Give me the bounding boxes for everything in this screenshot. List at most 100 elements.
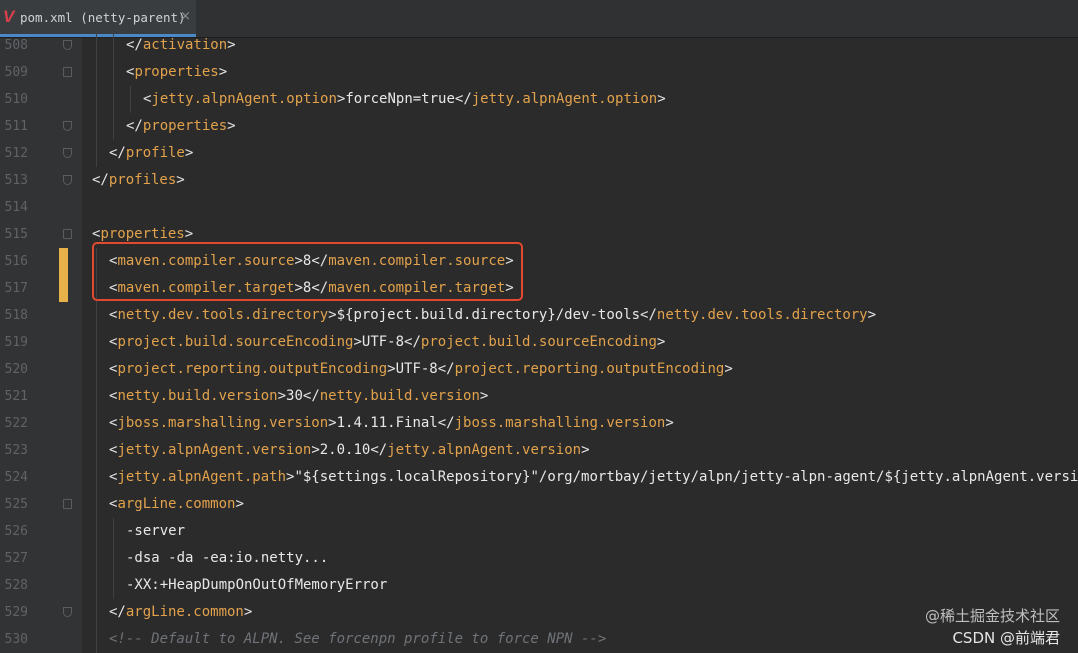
code-text: </argLine.common> xyxy=(109,603,252,622)
line-number[interactable]: 509 xyxy=(0,63,28,82)
code-text: </activation> xyxy=(126,36,236,55)
line-number[interactable]: 510 xyxy=(0,90,28,109)
code-line[interactable]: 520 <project.reporting.outputEncoding>UTF… xyxy=(0,356,1078,383)
xml-tag-name: argLine.common xyxy=(125,604,244,620)
xml-bracket: </ xyxy=(126,37,143,53)
code-text: </properties> xyxy=(126,117,236,136)
line-number[interactable]: 520 xyxy=(0,360,28,379)
line-number[interactable]: 519 xyxy=(0,333,28,352)
line-number[interactable]: 525 xyxy=(0,495,28,514)
xml-text: UTF-8 xyxy=(395,361,438,377)
code-text: -dsa -da -ea:io.netty... xyxy=(126,549,328,568)
line-number[interactable]: 521 xyxy=(0,387,28,406)
code-line[interactable]: 510 <jetty.alpnAgent.option>forceNpn=true… xyxy=(0,86,1078,113)
line-number[interactable]: 516 xyxy=(0,252,28,271)
xml-bracket: </ xyxy=(404,334,421,350)
code-line[interactable]: 529 </argLine.common> xyxy=(0,599,1078,626)
code-line[interactable]: 524 <jetty.alpnAgent.path>"${settings.loc… xyxy=(0,464,1078,491)
xml-tag-name: properties xyxy=(100,226,185,242)
fold-icon[interactable] xyxy=(63,229,72,239)
vcs-change-marker[interactable] xyxy=(59,275,68,302)
line-number[interactable]: 515 xyxy=(0,225,28,244)
line-number[interactable]: 529 xyxy=(0,603,28,622)
indent-guide xyxy=(113,518,114,545)
line-number[interactable]: 517 xyxy=(0,279,28,298)
vcs-change-marker[interactable] xyxy=(59,248,68,275)
close-icon[interactable]: × xyxy=(180,9,191,24)
fold-icon[interactable] xyxy=(63,148,72,158)
fold-icon[interactable] xyxy=(63,40,72,50)
code-line[interactable]: 518 <netty.dev.tools.directory>${project.… xyxy=(0,302,1078,329)
fold-icon[interactable] xyxy=(63,175,72,185)
code-line[interactable]: 509 <properties> xyxy=(0,59,1078,86)
xml-bracket: > xyxy=(277,388,287,404)
indent-guide xyxy=(96,329,97,356)
code-line[interactable]: 523 <jetty.alpnAgent.version>2.0.10</jett… xyxy=(0,437,1078,464)
xml-bracket: > xyxy=(657,91,666,107)
code-text: </profile> xyxy=(109,144,193,163)
code-line[interactable]: 511 </properties> xyxy=(0,113,1078,140)
xml-tag-name: jboss.marshalling.version xyxy=(117,415,329,431)
xml-bracket: </ xyxy=(370,442,388,458)
line-number[interactable]: 524 xyxy=(0,468,28,487)
code-line[interactable]: 512 </profile> xyxy=(0,140,1078,167)
code-line[interactable]: 519 <project.build.sourceEncoding>UTF-8</… xyxy=(0,329,1078,356)
xml-tag-name: activation xyxy=(142,37,228,53)
line-number[interactable]: 514 xyxy=(0,198,28,217)
xml-text: forceNpn=true xyxy=(345,91,455,107)
code-text: -XX:+HeapDumpOnOutOfMemoryError xyxy=(126,576,387,595)
line-number[interactable]: 512 xyxy=(0,144,28,163)
code-line[interactable]: 513 </profiles> xyxy=(0,167,1078,194)
indent-guide xyxy=(96,140,97,167)
fold-icon[interactable] xyxy=(63,67,72,77)
xml-bracket: </ xyxy=(109,604,126,620)
code-line[interactable]: 508 </activation> xyxy=(0,32,1078,59)
code-line[interactable]: 525 <argLine.common> xyxy=(0,491,1078,518)
code-text: <properties> xyxy=(126,63,227,82)
line-number[interactable]: 526 xyxy=(0,522,28,541)
indent-guide xyxy=(130,86,131,113)
code-line[interactable]: 527 -dsa -da -ea:io.netty... xyxy=(0,545,1078,572)
fold-icon[interactable] xyxy=(63,499,72,509)
indent-guide xyxy=(96,32,97,59)
xml-text: 30 xyxy=(286,388,303,404)
xml-bracket: > xyxy=(184,145,194,161)
code-line[interactable]: 514 xyxy=(0,194,1078,221)
code-line[interactable]: 522 <jboss.marshalling.version>1.4.11.Fin… xyxy=(0,410,1078,437)
indent-guide xyxy=(113,32,114,59)
xml-text: 1.4.11.Final xyxy=(336,415,438,431)
xml-bracket: </ xyxy=(92,172,109,188)
indent-guide xyxy=(96,518,97,545)
line-number[interactable]: 511 xyxy=(0,117,28,136)
indent-guide xyxy=(96,437,97,464)
code-line[interactable]: 530 <!-- Default to ALPN. See forcenpn pr… xyxy=(0,626,1078,653)
xml-tag-name: project.build.sourceEncoding xyxy=(420,334,657,350)
indent-guide xyxy=(96,491,97,518)
code-line[interactable]: 521 <netty.build.version>30</netty.build.… xyxy=(0,383,1078,410)
line-number[interactable]: 522 xyxy=(0,414,28,433)
code-text: <!-- Default to ALPN. See forcenpn profi… xyxy=(109,630,606,649)
fold-icon[interactable] xyxy=(63,607,72,617)
code-text: <project.reporting.outputEncoding>UTF-8<… xyxy=(109,360,733,379)
line-number[interactable]: 523 xyxy=(0,441,28,460)
xml-bracket: > xyxy=(581,442,590,458)
code-line[interactable]: 526 -server xyxy=(0,518,1078,545)
xml-tag-name: project.reporting.outputEncoding xyxy=(117,361,388,377)
xml-bracket: > xyxy=(227,118,236,134)
indent-guide xyxy=(113,545,114,572)
line-number[interactable]: 530 xyxy=(0,630,28,649)
fold-icon[interactable] xyxy=(63,121,72,131)
code-line[interactable]: 528 -XX:+HeapDumpOnOutOfMemoryError xyxy=(0,572,1078,599)
code-text: <argLine.common> xyxy=(109,495,244,514)
xml-tag-name: netty.build.version xyxy=(117,388,278,404)
line-number[interactable]: 518 xyxy=(0,306,28,325)
line-number[interactable]: 528 xyxy=(0,576,28,595)
xml-text: ${project.build.directory}/dev-tools xyxy=(336,307,641,323)
indent-guide xyxy=(96,599,97,626)
xml-bracket: > xyxy=(353,334,362,350)
line-number[interactable]: 527 xyxy=(0,549,28,568)
line-number[interactable]: 508 xyxy=(0,36,28,55)
xml-tag-name: netty.dev.tools.directory xyxy=(117,307,329,323)
line-number[interactable]: 513 xyxy=(0,171,28,190)
indent-guide xyxy=(96,464,97,491)
